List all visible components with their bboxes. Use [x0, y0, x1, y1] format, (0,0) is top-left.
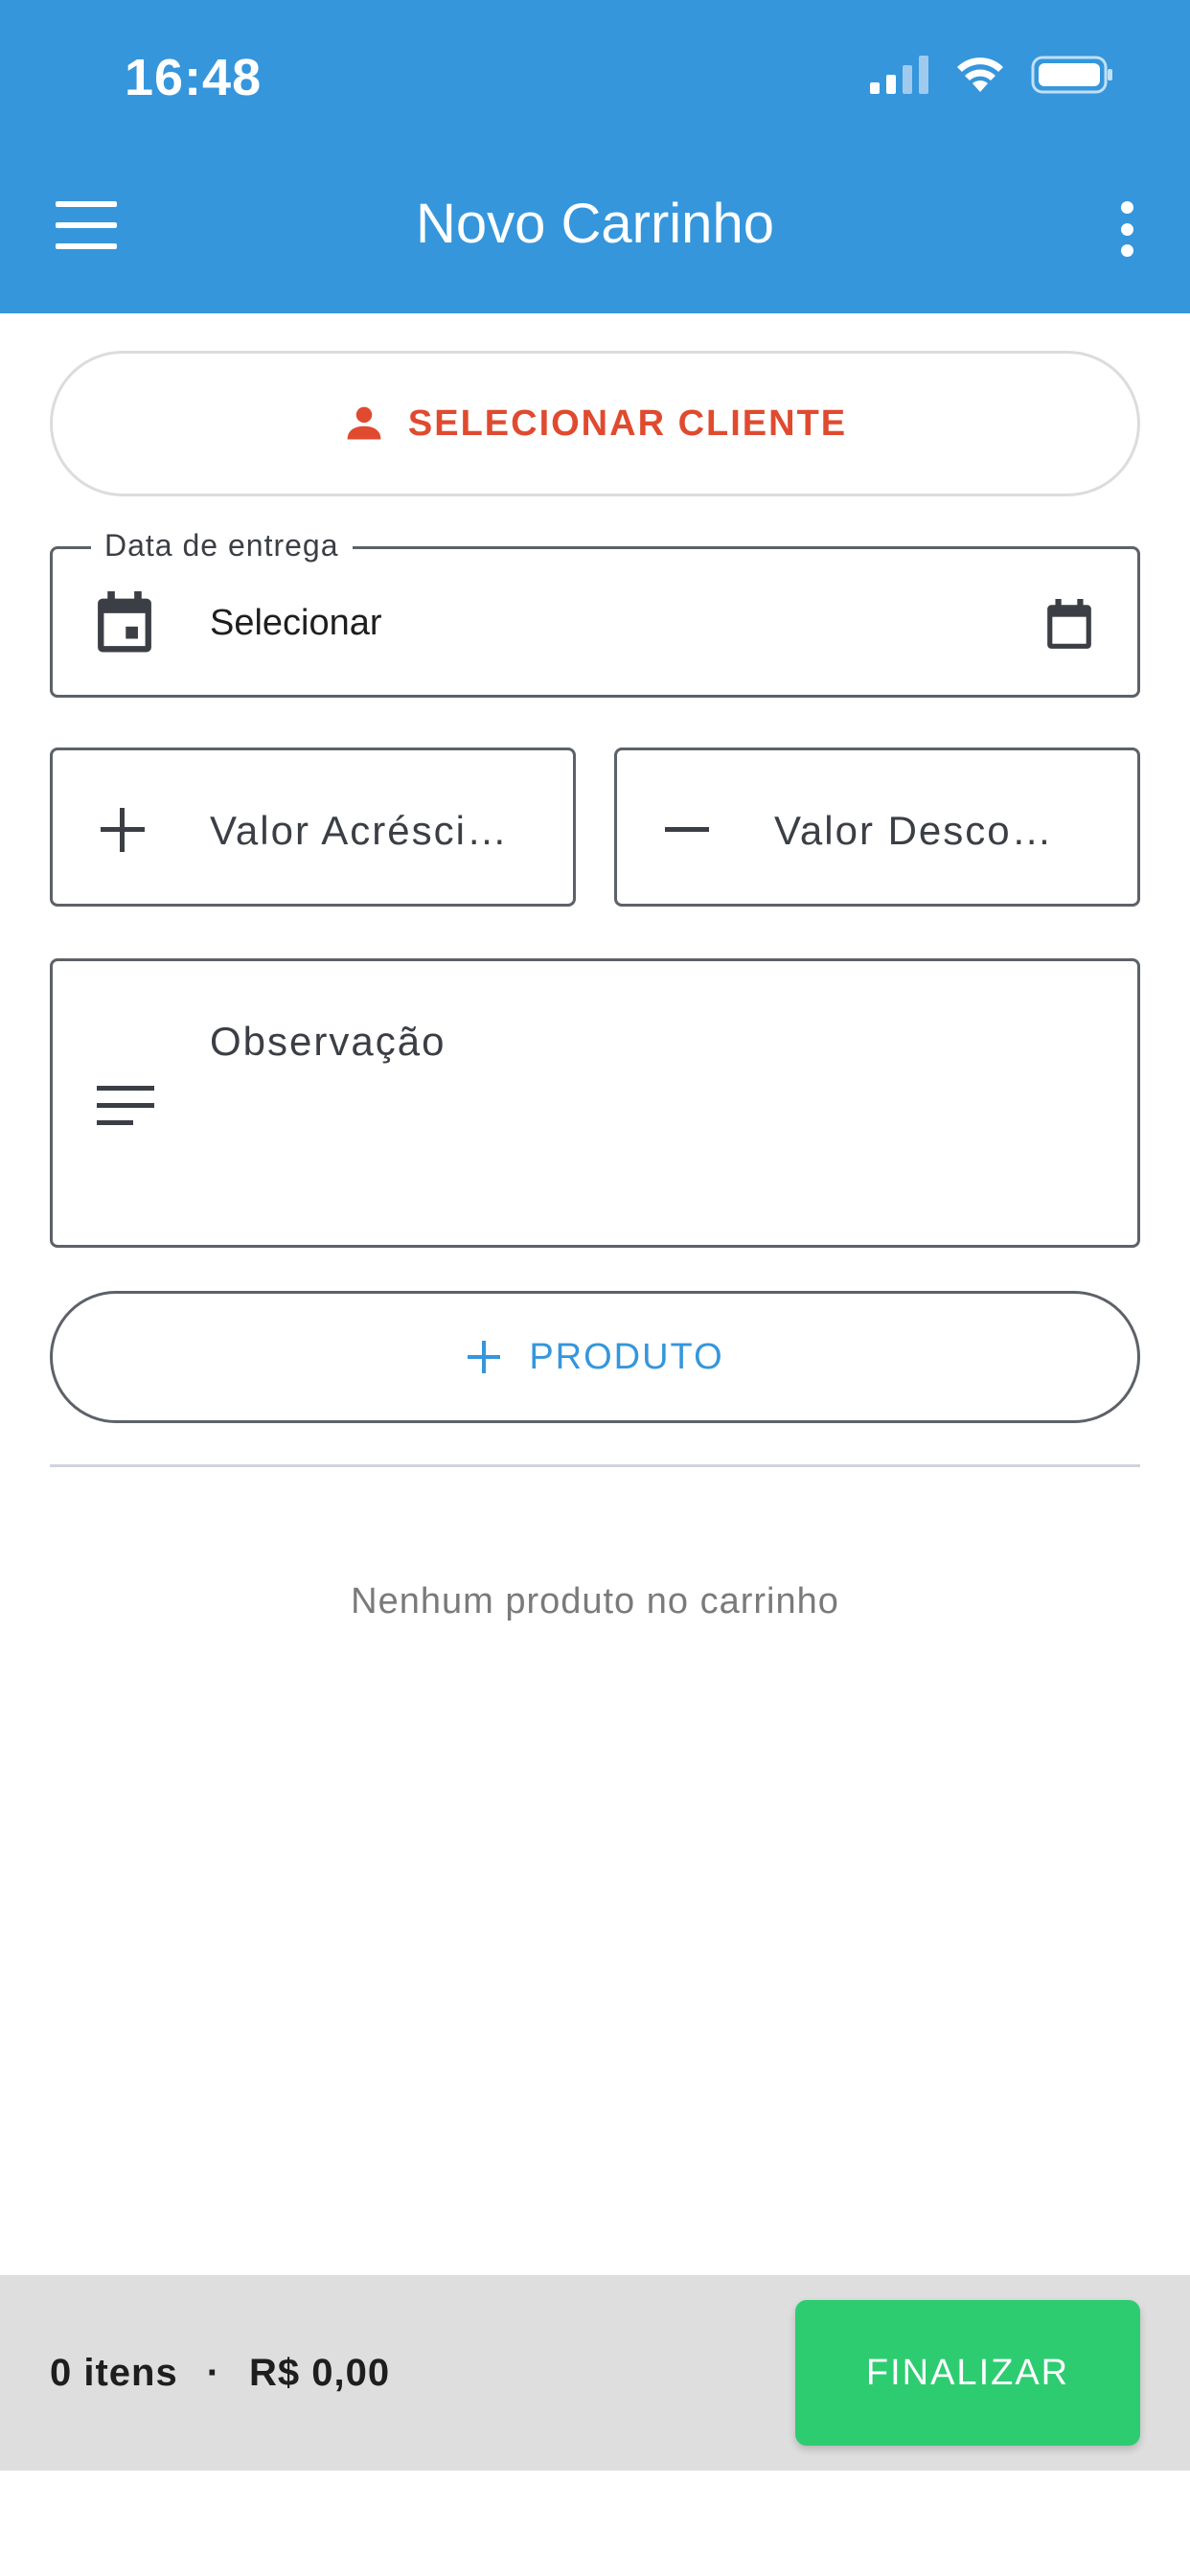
finish-button[interactable]: FINALIZAR [795, 2300, 1140, 2446]
wifi-icon [957, 58, 1003, 92]
calendar-picker-icon[interactable] [1045, 599, 1093, 651]
delivery-date-value: Selecionar [210, 603, 382, 643]
surcharge-placeholder: Valor Acrésci… [210, 808, 509, 853]
observation-field[interactable]: Observação [50, 958, 1140, 1248]
person-icon [347, 406, 381, 440]
add-product-button[interactable]: PRODUTO [50, 1291, 1140, 1423]
cellular-signal-icon [870, 56, 928, 94]
cart-footer: 0 itens · R$ 0,00 FINALIZAR [0, 2275, 1190, 2471]
status-time: 16:48 [125, 49, 263, 106]
plus-icon [101, 808, 145, 852]
cart-summary: 0 itens · R$ 0,00 [50, 2352, 390, 2395]
minus-icon [665, 827, 709, 832]
notes-icon [97, 1086, 154, 1125]
app-bar: 16:48 Novo Carrinho [0, 0, 1190, 313]
battery-icon [1031, 56, 1112, 94]
cart-total: R$ 0,00 [249, 2352, 391, 2394]
status-icons [870, 56, 1113, 94]
add-product-label: PRODUTO [529, 1336, 724, 1377]
delivery-date-field[interactable]: Data de entrega Selecionar [50, 528, 1140, 698]
surcharge-field[interactable]: Valor Acrésci… [50, 748, 576, 907]
empty-cart-message: Nenhum produto no carrinho [351, 1581, 839, 1622]
item-count: 0 itens [50, 2352, 178, 2394]
select-client-label: SELECIONAR CLIENTE [407, 402, 848, 444]
divider [50, 1464, 1140, 1467]
more-vertical-icon[interactable] [1115, 201, 1138, 257]
finish-label: FINALIZAR [865, 2352, 1070, 2393]
calendar-icon [98, 591, 151, 653]
observation-placeholder: Observação [210, 1019, 446, 1064]
discount-field[interactable]: Valor Desco… [614, 748, 1140, 907]
summary-separator: · [206, 2352, 221, 2394]
delivery-date-legend: Data de entrega [91, 528, 353, 564]
discount-placeholder: Valor Desco… [774, 808, 1054, 853]
plus-icon [468, 1341, 501, 1373]
page-title: Novo Carrinho [416, 193, 774, 255]
select-client-button[interactable]: SELECIONAR CLIENTE [50, 351, 1140, 496]
